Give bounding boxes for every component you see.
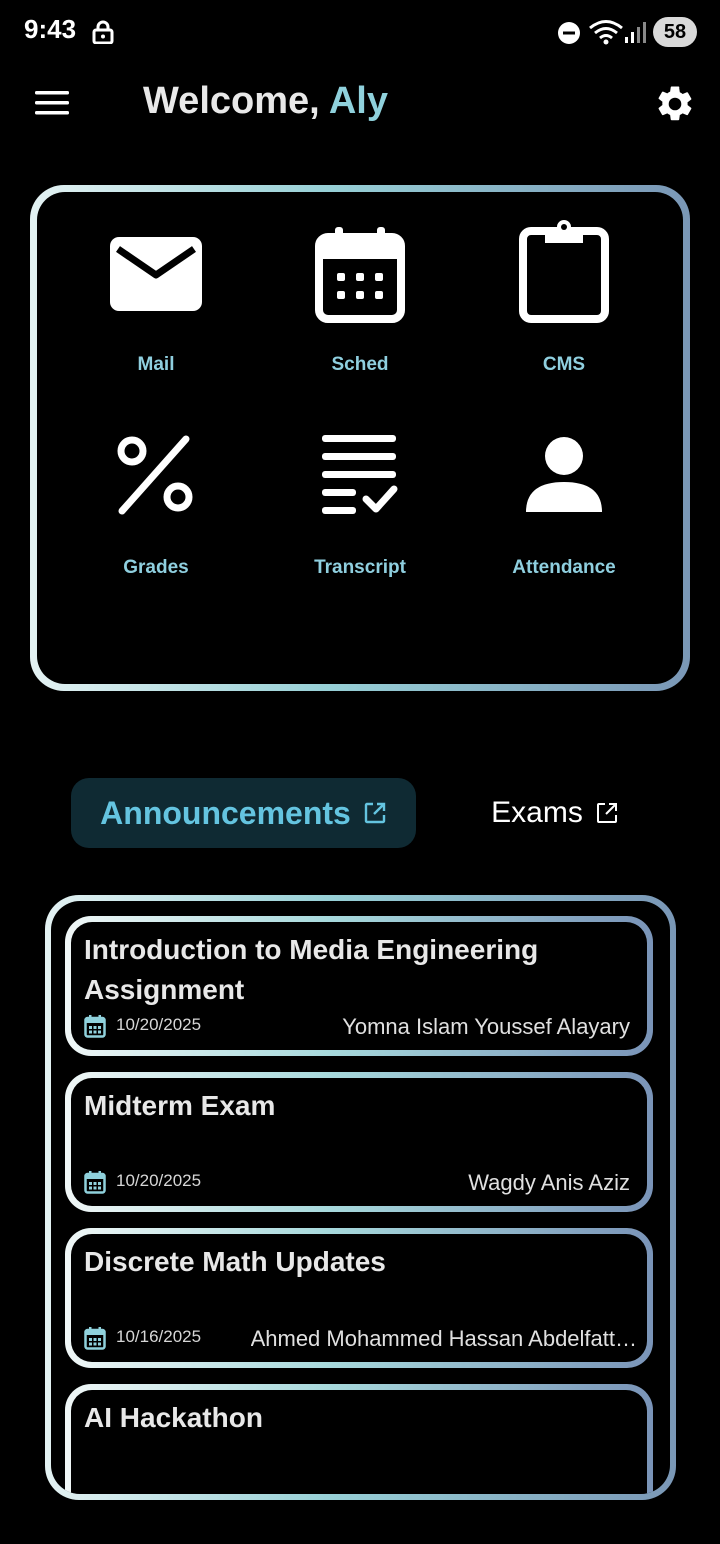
announcement-item[interactable]: Midterm Exam 10/20/2025 Wagdy Anis Aziz — [65, 1072, 653, 1212]
external-link-icon — [364, 802, 386, 824]
lock-icon — [92, 20, 114, 44]
quick-access-card: Mail Sched CMS Grades Transcript Attenda… — [30, 185, 690, 691]
percent-icon — [117, 435, 193, 515]
announcements-list[interactable]: Introduction to Media Engineering Assign… — [45, 895, 676, 1500]
hamburger-menu-icon[interactable] — [34, 88, 72, 118]
announcement-date: 10/20/2025 — [116, 1015, 202, 1034]
welcome-prefix: Welcome, — [143, 80, 320, 122]
tile-label: Transcript — [314, 557, 406, 578]
tile-label: Grades — [123, 557, 189, 578]
announcement-title: Introduction to Media Engineering Assign… — [84, 934, 539, 1005]
calendar-icon — [84, 1171, 106, 1194]
dnd-icon — [558, 22, 580, 44]
calendar-icon — [84, 1015, 106, 1038]
signal-icon — [625, 22, 646, 43]
tile-label: CMS — [542, 354, 586, 375]
tile-attendance[interactable]: Attendance — [464, 425, 664, 605]
calendar-icon — [315, 227, 405, 323]
announcement-title: Midterm Exam — [84, 1090, 276, 1121]
tile-mail[interactable]: Mail — [56, 222, 256, 402]
tile-transcript[interactable]: Transcript — [260, 425, 460, 605]
status-time: 9:43 — [24, 14, 77, 44]
person-icon — [526, 437, 602, 512]
announcement-date: 10/20/2025 — [116, 1171, 202, 1190]
user-name: Aly — [328, 80, 388, 122]
announcement-title: Discrete Math Updates — [84, 1246, 386, 1277]
tile-label: Mail — [137, 354, 175, 375]
tab-label: Announcements — [100, 794, 351, 831]
tile-grades[interactable]: Grades — [56, 425, 256, 605]
announcement-title: AI Hackathon — [84, 1402, 263, 1433]
announcement-date: 10/16/2025 — [116, 1327, 202, 1346]
gear-icon[interactable] — [654, 83, 696, 125]
welcome-heading: Welcome, Aly — [143, 80, 388, 123]
tab-label: Exams — [491, 796, 583, 829]
calendar-icon — [84, 1327, 106, 1350]
wifi-icon — [589, 20, 623, 45]
mail-icon — [110, 237, 202, 311]
transcript-icon — [322, 435, 398, 514]
tab-announcements[interactable]: Announcements — [71, 778, 416, 848]
tile-cms[interactable]: CMS — [464, 220, 664, 402]
tile-label: Attendance — [512, 557, 616, 578]
announcement-author: Wagdy Anis Aziz — [468, 1170, 630, 1195]
battery-indicator: 58 — [653, 17, 697, 47]
announcement-author: Yomna Islam Youssef Alayary — [342, 1014, 630, 1039]
announcement-item[interactable]: Discrete Math Updates 10/16/2025 Ahmed M… — [65, 1228, 653, 1368]
announcement-item[interactable]: AI Hackathon — [65, 1384, 653, 1494]
tile-label: Sched — [331, 354, 389, 375]
tab-exams[interactable]: Exams — [470, 778, 640, 848]
external-link-icon — [596, 803, 617, 823]
announcement-item[interactable]: Introduction to Media Engineering Assign… — [65, 916, 653, 1056]
announcement-author: Ahmed Mohammed Hassan Abdelfatt… — [250, 1326, 637, 1351]
tile-sched[interactable]: Sched — [260, 222, 460, 402]
clipboard-icon — [519, 220, 609, 323]
